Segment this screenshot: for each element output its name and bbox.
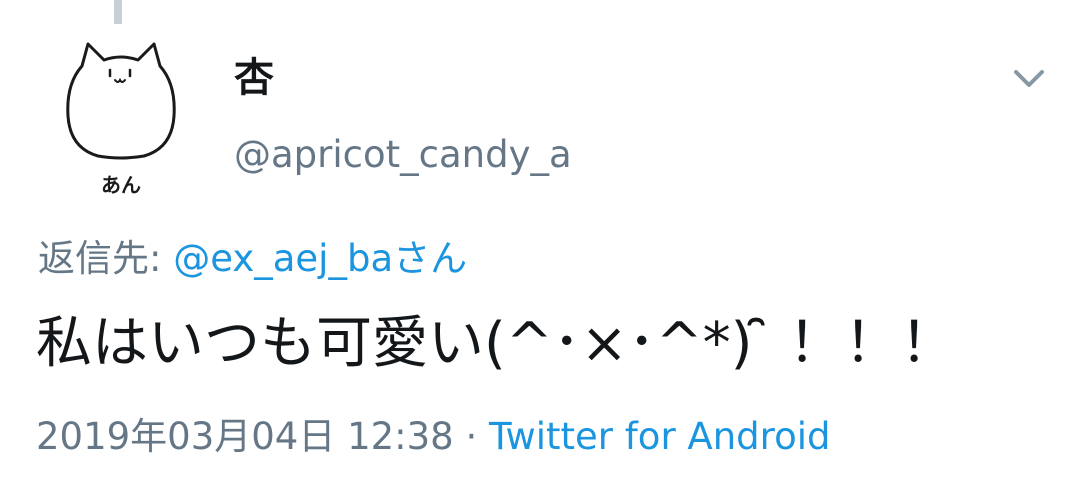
reply-to-line: 返信先: @ex_aej_baさん xyxy=(38,232,467,286)
source-link[interactable]: Twitter for Android xyxy=(489,415,830,458)
display-name[interactable]: 杏 xyxy=(234,52,274,104)
avatar-label: あん xyxy=(101,173,141,197)
avatar[interactable]: あん xyxy=(60,36,182,200)
thread-line xyxy=(114,0,122,24)
reply-mention-link[interactable]: @ex_aej_ba xyxy=(173,237,393,280)
tweet-meta: 2019年03月04日 12:38 · Twitter for Android xyxy=(36,410,830,464)
tweet-card[interactable]: あん 杏 @apricot_candy_a 返信先: @ex_aej_baさん … xyxy=(0,0,1080,499)
reply-suffix[interactable]: さん xyxy=(393,237,467,280)
user-handle[interactable]: @apricot_candy_a xyxy=(234,130,572,180)
cat-avatar-icon: あん xyxy=(66,42,176,197)
reply-prefix: 返信先: xyxy=(38,237,174,280)
tweet-text: 私はいつも可愛い(^･×･^*) ̑̑ ！！！ xyxy=(36,311,957,376)
meta-separator: · xyxy=(453,415,490,458)
chevron-down-icon[interactable] xyxy=(1004,58,1054,100)
timestamp[interactable]: 2019年03月04日 12:38 xyxy=(36,415,454,458)
